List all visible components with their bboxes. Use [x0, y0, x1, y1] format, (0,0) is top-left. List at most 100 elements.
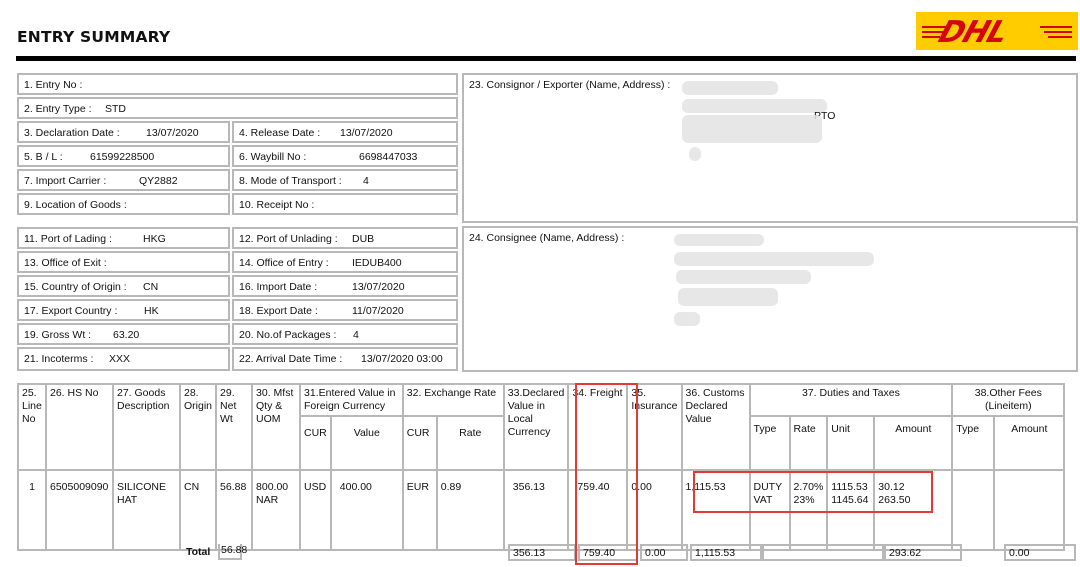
- field-label: 13. Office of Exit :: [24, 257, 107, 269]
- field-label: 20. No.of Packages :: [239, 329, 337, 341]
- header-duty-unit: Unit: [826, 415, 876, 471]
- field-office-of-exit: 13. Office of Exit :: [17, 251, 230, 273]
- field-value: 13/07/2020: [146, 127, 199, 139]
- page-title: ENTRY SUMMARY: [17, 28, 171, 46]
- field-label: 17. Export Country :: [24, 305, 118, 317]
- dhl-logo-text: DHL: [934, 15, 1012, 50]
- cell-exch-cur: EUR: [401, 469, 438, 551]
- header-insurance: 35. Insurance: [626, 383, 683, 471]
- header-duties-taxes: 37. Duties and Taxes: [748, 383, 954, 417]
- field-number-of-packages: 20. No.of Packages : 4: [232, 323, 458, 345]
- field-entry-no: 1. Entry No :: [17, 73, 458, 95]
- field-mode-of-transport: 8. Mode of Transport : 4: [232, 169, 458, 191]
- redacted-area: [682, 115, 822, 143]
- field-value: HKG: [143, 233, 166, 245]
- field-value: XXX: [109, 353, 131, 365]
- field-import-carrier: 7. Import Carrier : QY2882: [17, 169, 230, 191]
- cell-fee-amount: [993, 469, 1066, 551]
- header-declared-local: 33.Declared Value in Local Currency: [502, 383, 570, 471]
- total-declared-local: 356.13: [508, 544, 576, 561]
- redacted-area: [682, 99, 827, 113]
- field-import-date: 16. Import Date : 13/07/2020: [232, 275, 458, 297]
- field-waybill-no: 6. Waybill No : 6698447033: [232, 145, 458, 167]
- field-label: 8. Mode of Transport :: [239, 175, 342, 187]
- field-value: QY2882: [139, 175, 178, 187]
- field-label: 6. Waybill No :: [239, 151, 307, 163]
- redacted-area: [674, 234, 764, 246]
- field-export-date: 18. Export Date : 11/07/2020: [232, 299, 458, 321]
- field-value: 13/07/2020: [352, 281, 405, 293]
- header-fee-amount: Amount: [993, 415, 1066, 471]
- field-value: DUB: [352, 233, 375, 245]
- header-net-wt: 29. Net Wt: [215, 383, 254, 471]
- redacted-area: [678, 288, 778, 306]
- field-label: 2. Entry Type :: [24, 103, 92, 115]
- header-duty-amount: Amount: [873, 415, 954, 471]
- cell-entered-cur: USD: [299, 469, 332, 551]
- cell-exch-rate: 0.89: [435, 469, 505, 551]
- header-hs-no: 26. HS No: [45, 383, 114, 471]
- cell-freight: 759.40: [567, 469, 629, 551]
- cell-hs-no: 6505009090: [45, 469, 114, 551]
- table-row: 1 6505009090 SILICONE HAT CN 56.88 800.0…: [17, 469, 1066, 551]
- field-value: IEDUB400: [352, 257, 402, 269]
- field-label: 11. Port of Lading :: [24, 233, 112, 245]
- field-location-of-goods: 9. Location of Goods :: [17, 193, 230, 215]
- header-fee-type: Type: [951, 415, 996, 471]
- field-value: STD: [105, 103, 126, 115]
- cell-fee-type: [951, 469, 996, 551]
- field-arrival-date-time: 22. Arrival Date Time : 13/07/2020 03:00: [232, 347, 458, 371]
- total-duty-amount: 293.62: [884, 544, 962, 561]
- dhl-logo: DHL: [916, 12, 1078, 50]
- field-label: 12. Port of Unlading :: [239, 233, 338, 245]
- field-value: 13/07/2020: [340, 127, 393, 139]
- consignor-label: 23. Consignor / Exporter (Name, Address)…: [469, 79, 671, 91]
- cell-duty-type: DUTY VAT: [748, 469, 791, 551]
- field-receipt-no: 10. Receipt No :: [232, 193, 458, 215]
- header-entered-value: 31.Entered Value in Foreign Currency: [299, 383, 404, 417]
- field-label: 19. Gross Wt :: [24, 329, 92, 341]
- redacted-area: [676, 270, 811, 284]
- field-value: 11/07/2020: [352, 305, 404, 317]
- field-label: 1. Entry No :: [24, 79, 83, 91]
- field-label: 9. Location of Goods :: [24, 199, 127, 211]
- total-duties-filler: [762, 544, 884, 561]
- field-release-date: 4. Release Date : 13/07/2020: [232, 121, 458, 143]
- field-label: 16. Import Date :: [239, 281, 318, 293]
- header-entered-cur: CUR: [299, 415, 332, 471]
- header-duty-type: Type: [748, 415, 791, 471]
- field-declaration-date: 3. Declaration Date : 13/07/2020: [17, 121, 230, 143]
- field-incoterms: 21. Incoterms : XXX: [17, 347, 230, 371]
- field-label: 7. Import Carrier :: [24, 175, 107, 187]
- cell-line-no: 1: [17, 469, 47, 551]
- header-goods-description: 27. Goods Description: [112, 383, 181, 471]
- cell-origin: CN: [178, 469, 218, 551]
- field-value: 6698447033: [359, 151, 418, 163]
- cell-entered-val: 400.00: [329, 469, 404, 551]
- field-value: 13/07/2020 03:00: [361, 353, 443, 365]
- redacted-area: [682, 81, 778, 95]
- field-value: CN: [143, 281, 159, 293]
- field-gross-weight: 19. Gross Wt : 63.20: [17, 323, 230, 345]
- consignee-box: 24. Consignee (Name, Address) :: [462, 226, 1078, 372]
- total-label: Total: [186, 546, 211, 558]
- header-duty-rate: Rate: [788, 415, 829, 471]
- field-label: 10. Receipt No :: [239, 199, 315, 211]
- items-table: 25. Line No 26. HS No 27. Goods Descript…: [17, 383, 1066, 551]
- header-exch-rate: Rate: [435, 415, 505, 471]
- header-other-fees: 38.Other Fees (Lineitem): [951, 383, 1066, 417]
- field-value: 61599228500: [90, 151, 155, 163]
- cell-duty-amount: 30.12 263.50: [873, 469, 954, 551]
- header-divider: [16, 56, 1076, 61]
- cell-insurance: 0.00: [626, 469, 683, 551]
- cell-customs-value: 1,115.53: [680, 469, 751, 551]
- field-label: 21. Incoterms :: [24, 353, 94, 365]
- cell-duty-unit: 1115.53 1145.64: [826, 469, 876, 551]
- total-freight: 759.40: [578, 544, 638, 561]
- field-value: HK: [144, 305, 159, 317]
- header-exchange-rate: 32. Exchange Rate: [401, 383, 505, 417]
- cell-goods-description: SILICONE HAT: [112, 469, 181, 551]
- total-insurance: 0.00: [640, 544, 688, 561]
- total-net-wt: 56.88: [218, 544, 247, 560]
- cell-duty-rate: 2.70% 23%: [788, 469, 829, 551]
